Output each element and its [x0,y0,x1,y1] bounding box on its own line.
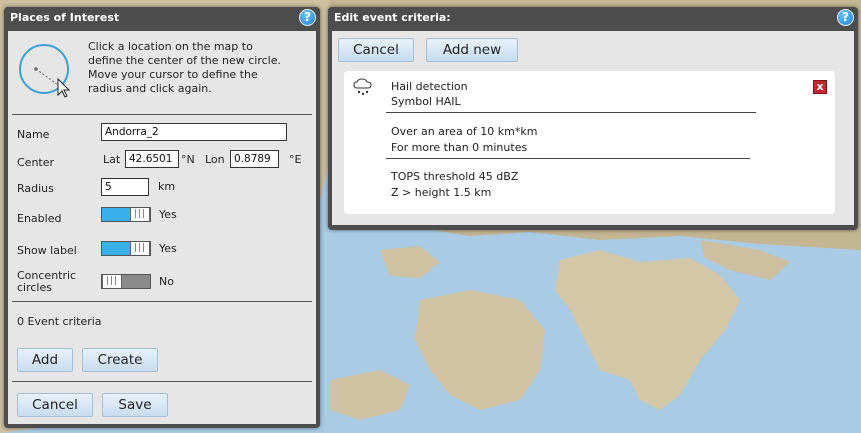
criteria-symbol: Symbol HAIL [391,95,461,108]
instructions-text: Click a location on the map to define th… [88,40,281,96]
create-button[interactable]: Create [82,348,158,372]
help-icon[interactable]: ? [837,9,854,26]
criteria-duration: For more than 0 minutes [391,141,528,154]
add-button[interactable]: Add [17,348,73,372]
event-panel-body: Cancel Add new Hail detection Symbol HAI… [332,31,854,225]
name-label: Name [17,128,50,141]
show-label-toggle[interactable]: ||| [101,241,151,256]
radius-label: Radius [17,182,54,195]
instructions-line-2: define the center of the new circle. [88,54,281,67]
enabled-state: Yes [159,208,177,221]
circle-tool-icon [19,44,71,98]
help-icon[interactable]: ? [299,9,316,26]
divider [386,158,750,159]
event-panel-title: Edit event criteria: ? [328,7,858,29]
save-button[interactable]: Save [102,393,168,417]
hail-cloud-icon [353,78,372,96]
cancel-button[interactable]: Cancel [338,38,414,62]
lat-unit: °N [181,153,195,166]
center-label: Center [17,156,55,169]
toggle-knob[interactable]: ||| [102,275,122,288]
divider [386,112,756,113]
instructions-line-1: Click a location on the map to [88,40,253,53]
event-criteria-card[interactable]: Hail detection Symbol HAIL Over an area … [344,71,835,214]
lon-label: Lon [205,153,225,166]
criteria-threshold: TOPS threshold 45 dBZ [391,170,519,183]
concentric-circles-label: Concentric circles [17,270,76,294]
instructions-line-4: radius and click again. [88,82,212,95]
poi-panel-title-text: Places of Interest [10,11,120,24]
poi-panel-body: Click a location on the map to define th… [8,31,316,424]
toggle-knob[interactable]: ||| [130,242,150,255]
add-new-button[interactable]: Add new [426,38,518,62]
edit-event-criteria-panel: Edit event criteria: ? Cancel Add new Ha… [328,7,858,230]
criteria-height: Z > height 1.5 km [391,186,492,199]
cancel-button[interactable]: Cancel [17,393,93,417]
show-label-state: Yes [159,242,177,255]
toggle-on-fill [102,242,132,255]
instructions-line-3: Move your cursor to define the [88,68,258,81]
lon-unit: °E [289,153,302,166]
enabled-label: Enabled [17,212,62,225]
divider [12,114,312,115]
event-panel-title-text: Edit event criteria: [334,11,451,24]
divider [12,381,312,382]
concentric-label-line-2: circles [17,281,52,294]
event-criteria-count: 0 Event criteria [17,315,102,328]
lat-input[interactable]: 42.6501 [125,150,179,168]
radius-unit: km [158,180,176,193]
lat-label: Lat [103,153,121,166]
places-of-interest-panel: Places of Interest ? Click a location on… [4,7,320,428]
toggle-on-fill [102,208,132,221]
enabled-toggle[interactable]: ||| [101,207,151,222]
lon-input[interactable]: 0.8789 [230,150,279,168]
show-label-label: Show label [17,244,77,257]
criteria-area: Over an area of 10 km*km [391,125,538,138]
close-icon[interactable]: x [813,80,827,94]
concentric-circles-state: No [159,275,174,288]
criteria-name: Hail detection [391,80,468,93]
divider [12,301,312,302]
concentric-circles-toggle[interactable]: ||| [101,274,151,289]
name-input[interactable]: Andorra_2 [101,123,287,141]
toggle-knob[interactable]: ||| [130,208,150,221]
radius-input[interactable]: 5 [101,178,149,196]
poi-panel-title: Places of Interest ? [4,7,320,29]
